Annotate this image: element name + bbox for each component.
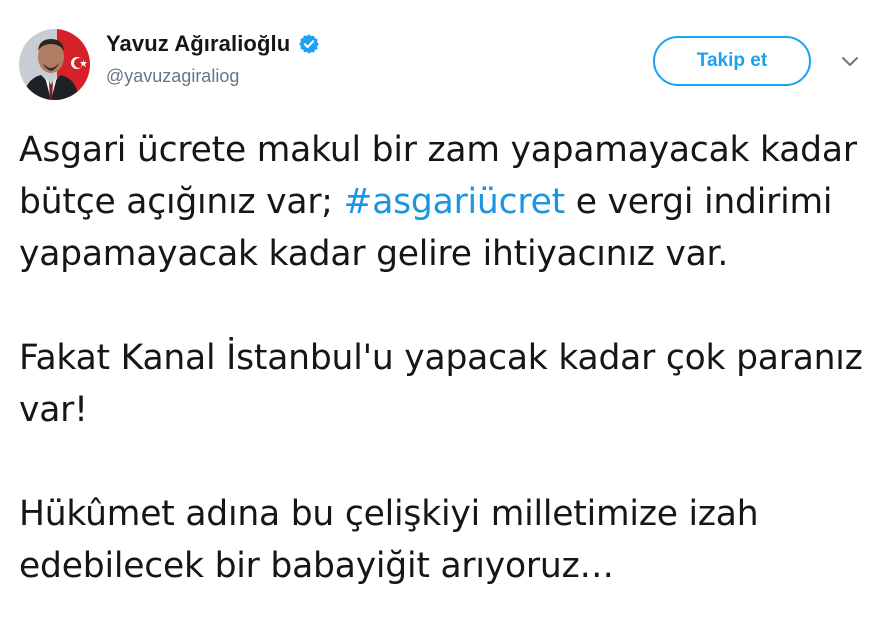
author-info: Yavuz Ağıralioğlu @yavuzagiraliog — [106, 28, 320, 87]
author-display-name[interactable]: Yavuz Ağıralioğlu — [106, 31, 290, 57]
verified-badge-icon — [298, 33, 320, 55]
name-row: Yavuz Ağıralioğlu — [106, 28, 320, 60]
tweet-paragraph-1: Asgari ücrete makul bir zam yapamayacak … — [19, 124, 869, 280]
tweet-paragraph-2: Fakat Kanal İstanbul'u yapacak kadar çok… — [19, 338, 863, 430]
author-avatar[interactable] — [19, 29, 90, 100]
chevron-down-icon[interactable] — [838, 52, 862, 72]
tweet-card: Yavuz Ağıralioğlu @yavuzagiraliog Takip … — [0, 0, 880, 619]
hashtag-link[interactable]: #asgariücret — [344, 182, 566, 222]
tweet-paragraph-3: Hükûmet adına bu çelişkiyi milletimize i… — [19, 494, 759, 586]
tweet-body: Asgari ücrete makul bir zam yapamayacak … — [19, 124, 869, 592]
author-handle[interactable]: @yavuzagiraliog — [106, 66, 320, 87]
follow-button[interactable]: Takip et — [653, 36, 811, 86]
avatar-photo-icon — [19, 29, 90, 100]
tweet-header: Yavuz Ağıralioğlu @yavuzagiraliog Takip … — [0, 0, 880, 110]
